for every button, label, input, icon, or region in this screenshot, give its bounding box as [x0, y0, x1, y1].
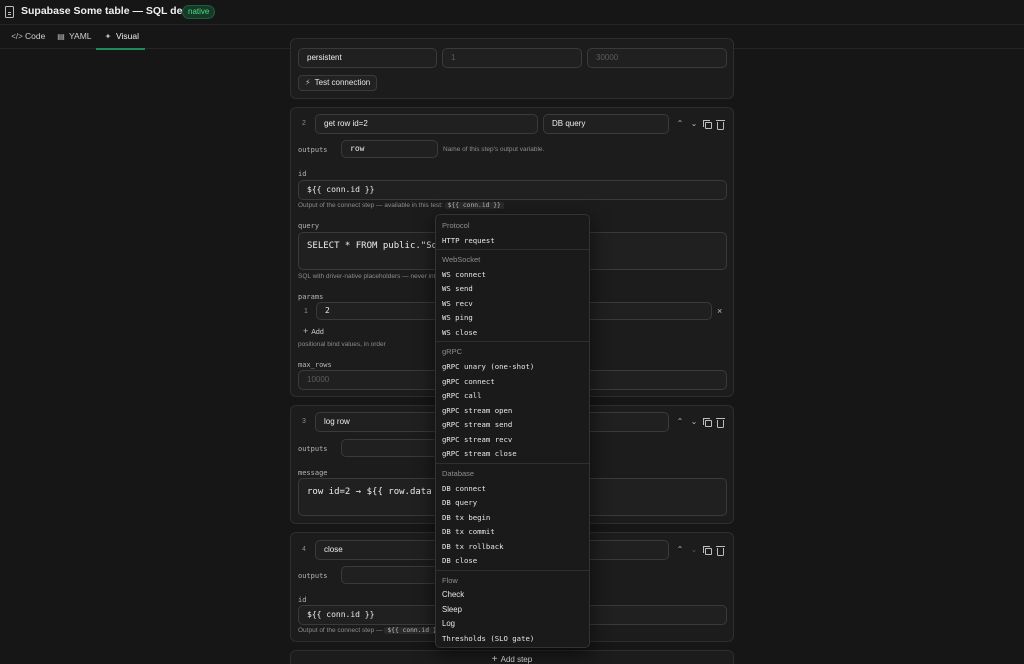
step-number: 2	[302, 120, 306, 127]
outputs-input[interactable]	[341, 439, 438, 457]
add-param-button[interactable]: + Add	[303, 326, 324, 336]
menu-group-websocket: WebSocket	[442, 255, 481, 264]
menu-item[interactable]: gRPC stream close	[442, 449, 517, 458]
outputs-label: outputs	[298, 572, 328, 580]
duplicate-icon[interactable]	[703, 120, 712, 129]
runtime-badge: native	[182, 5, 216, 19]
plus-icon: +	[491, 654, 498, 664]
menu-item[interactable]: gRPC connect	[442, 377, 495, 386]
query-help: SQL with driver-native placeholders — ne…	[298, 273, 440, 280]
trash-icon[interactable]	[716, 120, 725, 130]
menu-item[interactable]: DB tx commit	[442, 527, 495, 536]
menu-item[interactable]: DB tx rollback	[442, 542, 504, 551]
outputs-label: outputs	[298, 445, 328, 453]
menu-item[interactable]: WS close	[442, 328, 477, 337]
params-help: positional bind values, in order	[298, 341, 386, 348]
id-label: id	[298, 170, 307, 178]
menu-item[interactable]: Check	[442, 590, 464, 599]
query-label: query	[298, 222, 320, 230]
param-index: 1	[304, 308, 308, 315]
outputs-input[interactable]	[341, 566, 438, 584]
menu-divider	[436, 463, 589, 464]
tab-visual[interactable]: ✦ Visual	[96, 26, 145, 50]
id-label: id	[298, 596, 307, 604]
menu-divider	[436, 249, 589, 250]
tab-code[interactable]: </> Code	[11, 26, 45, 49]
trash-icon[interactable]	[716, 418, 725, 428]
menu-group-protocol: Protocol	[442, 221, 470, 230]
id-input[interactable]: ${{ conn.id }}	[298, 180, 727, 200]
menu-item[interactable]: gRPC call	[442, 391, 482, 400]
menu-item[interactable]: gRPC stream send	[442, 420, 512, 429]
menu-group-flow: Flow	[442, 576, 458, 585]
menu-item[interactable]: Log	[442, 619, 455, 628]
step-card-1: persistent 1 30000 ⚡ Test connection	[290, 38, 734, 99]
step-name-input[interactable]: get row id=2	[315, 114, 538, 134]
file-icon	[5, 6, 14, 18]
params-label: params	[298, 293, 324, 301]
timeout-field[interactable]: 30000	[587, 48, 727, 68]
plug-icon: ⚡	[305, 78, 311, 87]
menu-item[interactable]: HTTP request	[442, 236, 495, 245]
plus-icon: +	[303, 326, 309, 336]
chevron-down-icon: ⌄	[690, 545, 698, 554]
menu-item[interactable]: DB query	[442, 498, 477, 507]
mode-field[interactable]: persistent	[298, 48, 437, 68]
id-help: Output of the connect step — available i…	[298, 202, 504, 209]
duplicate-icon[interactable]	[703, 546, 712, 555]
page-title: Supabase Some table — SQL demo	[21, 5, 199, 17]
menu-group-grpc: gRPC	[442, 347, 463, 356]
menu-item[interactable]: DB close	[442, 556, 477, 565]
menu-item[interactable]: gRPC stream open	[442, 406, 512, 415]
remove-param-icon[interactable]: ×	[717, 306, 722, 316]
chevron-up-icon[interactable]: ⌃	[675, 417, 685, 426]
tab-yaml[interactable]: ▤ YAML	[55, 26, 91, 49]
menu-item[interactable]: DB tx begin	[442, 513, 490, 522]
step-number: 3	[302, 418, 306, 425]
menu-item[interactable]: DB connect	[442, 484, 486, 493]
step-number: 4	[302, 546, 306, 553]
menu-group-database: Database	[442, 469, 475, 478]
step-type-select[interactable]: DB query	[543, 114, 669, 134]
outputs-help: Name of this step's output variable.	[443, 146, 545, 153]
menu-item[interactable]: gRPC stream recv	[442, 435, 512, 444]
menu-divider	[436, 341, 589, 342]
chevron-down-icon[interactable]: ⌄	[689, 417, 699, 426]
outputs-label: outputs	[298, 146, 328, 154]
menu-item[interactable]: WS ping	[442, 313, 473, 322]
chevron-up-icon[interactable]: ⌃	[675, 545, 685, 554]
menu-item[interactable]: Sleep	[442, 605, 462, 614]
menu-item[interactable]: WS send	[442, 284, 473, 293]
duplicate-icon[interactable]	[703, 418, 712, 427]
wand-icon: ✦	[104, 32, 112, 41]
document-icon: ▤	[57, 32, 65, 41]
menu-item[interactable]: WS connect	[442, 270, 486, 279]
message-label: message	[298, 469, 328, 477]
pool-size-field[interactable]: 1	[442, 48, 582, 68]
menu-item[interactable]: Thresholds (SLO gate)	[442, 634, 534, 643]
outputs-input[interactable]: row	[341, 140, 438, 158]
menu-item[interactable]: gRPC unary (one-shot)	[442, 362, 534, 371]
menu-divider	[436, 570, 589, 571]
code-icon: </>	[11, 32, 23, 41]
id-help: Output of the connect step — ${{ conn.id…	[298, 627, 444, 634]
maxrows-label: max_rows	[298, 361, 332, 369]
step-type-menu: Protocol HTTP request WebSocket WS conne…	[435, 214, 590, 648]
app-header: Supabase Some table — SQL demo native	[0, 0, 1024, 25]
trash-icon[interactable]	[716, 546, 725, 556]
test-connection-button[interactable]: ⚡ Test connection	[298, 75, 378, 91]
chevron-down-icon[interactable]: ⌄	[689, 119, 699, 128]
add-step-button[interactable]: + Add step	[290, 650, 734, 664]
menu-item[interactable]: WS recv	[442, 299, 473, 308]
chevron-up-icon[interactable]: ⌃	[675, 119, 685, 128]
